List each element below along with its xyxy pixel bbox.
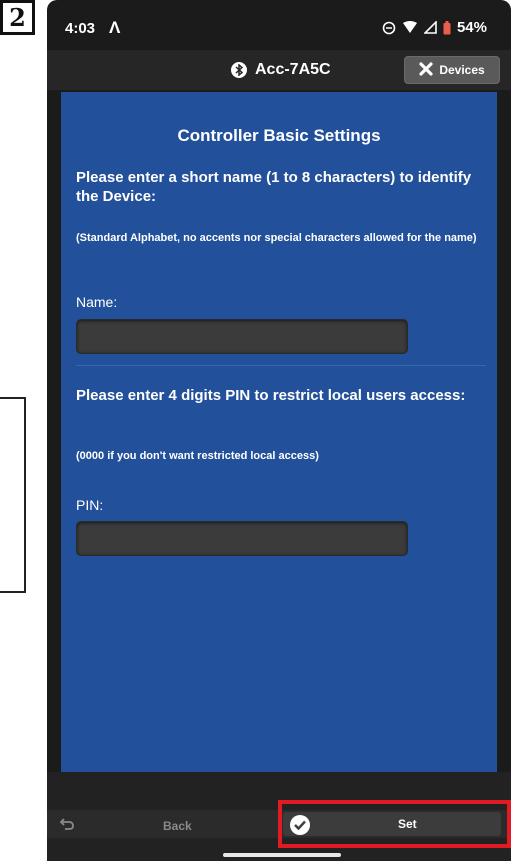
- status-bar: 4:03 Λ 54%: [47, 0, 511, 56]
- app-logo-icon: Λ: [109, 18, 121, 37]
- name-prompt: Please enter a short name (1 to 8 charac…: [76, 169, 472, 205]
- pin-label: PIN:: [76, 497, 104, 513]
- pin-input[interactable]: [76, 521, 408, 556]
- close-icon: [419, 61, 433, 79]
- battery-percent: 54%: [456, 19, 487, 36]
- wifi-icon: [402, 21, 417, 33]
- bluetooth-icon: [231, 62, 247, 78]
- bottom-navigation: Back Set: [47, 772, 511, 861]
- back-arrow-icon: [59, 817, 75, 834]
- home-indicator[interactable]: [223, 853, 341, 857]
- status-time: 4:03: [65, 20, 96, 37]
- signal-icon: [423, 21, 437, 34]
- name-input[interactable]: [76, 319, 408, 354]
- back-button[interactable]: Back: [55, 814, 265, 838]
- battery-icon: [443, 20, 451, 34]
- step-number-badge: 2: [0, 0, 35, 35]
- pin-note: (0000 if you don't want restricted local…: [76, 450, 319, 462]
- name-label: Name:: [76, 294, 118, 310]
- back-button-label: Back: [163, 819, 192, 833]
- settings-panel: Controller Basic Settings Please enter a…: [61, 92, 497, 772]
- app-header: Acc-7A5C Devices: [47, 50, 511, 90]
- devices-button[interactable]: Devices: [404, 56, 500, 84]
- name-note: (Standard Alphabet, no accents nor speci…: [76, 232, 477, 244]
- phone-screen: 4:03 Λ 54% Acc-7A5C Devices Controller B…: [47, 0, 511, 861]
- status-icons: 54%: [382, 19, 487, 36]
- section-divider: [76, 365, 486, 366]
- pin-prompt: Please enter 4 digits PIN to restrict lo…: [76, 387, 466, 404]
- set-button-highlight: [278, 800, 511, 848]
- device-name-title: Acc-7A5C: [255, 61, 331, 78]
- step-number: 2: [9, 3, 26, 32]
- annotation-bracket: [0, 397, 26, 593]
- dnd-icon: [382, 21, 396, 34]
- page-title: Controller Basic Settings: [177, 126, 381, 145]
- devices-button-label: Devices: [439, 63, 485, 77]
